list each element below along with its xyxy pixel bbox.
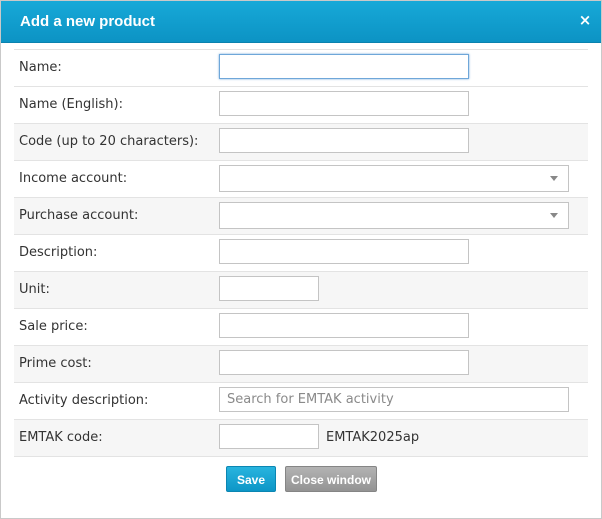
form-row-activity-description: Activity description: xyxy=(14,383,588,420)
form-row-emtak-code: EMTAK code: EMTAK2025ap xyxy=(14,420,588,457)
unit-input[interactable] xyxy=(219,276,319,301)
code-input[interactable] xyxy=(219,128,469,153)
product-form: Name: Name (English): Code (up to 20 cha… xyxy=(14,49,588,457)
dialog-title: Add a new product xyxy=(20,13,155,30)
purchase-account-label: Purchase account: xyxy=(19,208,139,223)
emtak-code-input[interactable] xyxy=(219,424,319,449)
sale-price-input[interactable] xyxy=(219,313,469,338)
activity-description-label: Activity description: xyxy=(19,393,149,408)
form-row-name-english: Name (English): xyxy=(14,87,588,124)
add-product-dialog: Add a new product × Name: Name (English)… xyxy=(0,0,602,519)
chevron-down-icon xyxy=(550,176,558,181)
form-row-unit: Unit: xyxy=(14,272,588,309)
name-english-label: Name (English): xyxy=(19,97,123,112)
description-label: Description: xyxy=(19,245,98,260)
prime-cost-input[interactable] xyxy=(219,350,469,375)
close-icon[interactable]: × xyxy=(578,11,592,29)
prime-cost-label: Prime cost: xyxy=(19,356,92,371)
sale-price-label: Sale price: xyxy=(19,319,88,334)
form-row-income-account: Income account: xyxy=(14,161,588,198)
form-row-prime-cost: Prime cost: xyxy=(14,346,588,383)
form-row-code: Code (up to 20 characters): xyxy=(14,124,588,161)
form-row-purchase-account: Purchase account: xyxy=(14,198,588,235)
name-label: Name: xyxy=(19,60,62,75)
dialog-titlebar: Add a new product × xyxy=(1,1,601,43)
form-row-sale-price: Sale price: xyxy=(14,309,588,346)
chevron-down-icon xyxy=(550,213,558,218)
code-label: Code (up to 20 characters): xyxy=(19,134,199,149)
close-window-button[interactable]: Close window xyxy=(285,466,377,492)
name-input[interactable] xyxy=(219,54,469,79)
purchase-account-select[interactable] xyxy=(219,202,569,229)
income-account-label: Income account: xyxy=(19,171,128,186)
emtak-code-label: EMTAK code: xyxy=(19,430,103,445)
emtak-code-suffix: EMTAK2025ap xyxy=(326,430,420,445)
unit-label: Unit: xyxy=(19,282,50,297)
description-input[interactable] xyxy=(219,239,469,264)
activity-search-input[interactable] xyxy=(219,387,569,412)
income-account-select[interactable] xyxy=(219,165,569,192)
form-row-name: Name: xyxy=(14,49,588,87)
form-row-description: Description: xyxy=(14,235,588,272)
save-button[interactable]: Save xyxy=(226,466,276,492)
name-english-input[interactable] xyxy=(219,91,469,116)
